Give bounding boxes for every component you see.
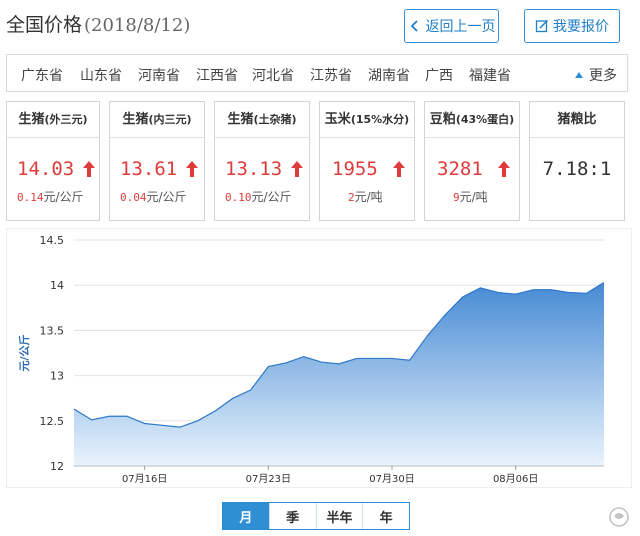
card-title: 生猪(土杂猪) xyxy=(215,102,309,138)
province-guangdong[interactable]: 广东省 xyxy=(21,65,63,85)
ratio-value: 7.18:1 xyxy=(542,158,612,180)
card-title: 豆粕(43%蛋白) xyxy=(425,102,519,138)
arrow-up-icon xyxy=(83,161,96,177)
price-card-pig-outer[interactable]: 生猪(外三元) 14.03 0.14元/公斤 xyxy=(6,101,100,221)
arrow-up-icon xyxy=(497,161,510,177)
card-title: 玉米(15%水分) xyxy=(320,102,414,138)
x-tick-label: 07月30日 xyxy=(369,473,414,485)
price-chart: 12 12.5 13 13.5 14 14.5 元/公斤 07月16日 07月23日 07月30日… xyxy=(6,228,632,488)
card-title: 猪粮比 xyxy=(530,102,624,138)
card-title: 生猪(内三元) xyxy=(110,102,204,138)
province-fujian[interactable]: 福建省 xyxy=(469,65,511,85)
card-value: 14.03 xyxy=(17,158,96,180)
price-card-soymeal[interactable]: 豆粕(43%蛋白) 3281 9元/吨 xyxy=(424,101,520,221)
tab-half-year[interactable]: 半年 xyxy=(317,503,364,529)
card-change: 9元/吨 xyxy=(453,190,488,204)
price-card-corn[interactable]: 玉米(15%水分) 1955 2元/吨 xyxy=(319,101,415,221)
header: 全国价格 (2018/8/12) 返回上一页 我要报价 xyxy=(0,0,640,50)
back-button-label: 返回上一页 xyxy=(425,19,496,35)
report-price-button[interactable]: 我要报价 xyxy=(524,9,620,43)
card-title: 生猪(外三元) xyxy=(7,102,99,138)
chevron-left-icon xyxy=(410,20,418,32)
series-area xyxy=(74,282,604,466)
more-provinces-button[interactable]: 更多 xyxy=(575,65,617,85)
pig-grain-ratio-card[interactable]: 猪粮比 7.18:1 xyxy=(529,101,625,221)
card-value: 13.13 xyxy=(225,158,304,180)
watermark xyxy=(608,506,634,528)
back-button[interactable]: 返回上一页 xyxy=(404,9,499,43)
y-tick-label: 12.5 xyxy=(40,415,65,428)
province-jiangsu[interactable]: 江苏省 xyxy=(310,65,352,85)
y-axis-label: 元/公斤 xyxy=(17,334,31,371)
province-shandong[interactable]: 山东省 xyxy=(80,65,122,85)
tab-month[interactable]: 月 xyxy=(223,503,270,529)
y-tick-label: 14 xyxy=(50,279,64,292)
more-label: 更多 xyxy=(589,68,617,84)
y-tick-label: 13 xyxy=(50,370,64,383)
y-tick-label: 13.5 xyxy=(40,324,65,337)
province-jiangxi[interactable]: 江西省 xyxy=(196,65,238,85)
page-title: 全国价格 (2018/8/12) xyxy=(6,10,190,37)
province-hunan[interactable]: 湖南省 xyxy=(368,65,410,85)
tab-quarter[interactable]: 季 xyxy=(270,503,317,529)
price-card-pig-inner[interactable]: 生猪(内三元) 13.61 0.04元/公斤 xyxy=(109,101,205,221)
caret-up-icon xyxy=(575,72,583,78)
y-tick-label: 12 xyxy=(50,460,64,473)
price-card-pig-local[interactable]: 生猪(土杂猪) 13.13 0.10元/公斤 xyxy=(214,101,310,221)
tab-year[interactable]: 年 xyxy=(363,503,409,529)
x-tick-label: 08月06日 xyxy=(493,473,538,485)
x-tick-label: 07月23日 xyxy=(246,473,291,485)
province-guangxi[interactable]: 广西 xyxy=(425,65,453,85)
card-change: 0.10元/公斤 xyxy=(225,190,292,204)
report-button-label: 我要报价 xyxy=(553,19,609,35)
card-change: 0.14元/公斤 xyxy=(17,190,84,204)
card-value: 13.61 xyxy=(120,158,199,180)
period-tabs: 月 季 半年 年 xyxy=(222,502,410,530)
province-bar: 广东省 山东省 河南省 江西省 河北省 江苏省 湖南省 广西 福建省 更多 xyxy=(6,54,628,92)
arrow-up-icon xyxy=(392,161,405,177)
price-chart-svg: 12 12.5 13 13.5 14 14.5 元/公斤 07月16日 07月23日 07月30日… xyxy=(6,228,632,488)
x-tick-label: 07月16日 xyxy=(122,473,167,485)
province-hebei[interactable]: 河北省 xyxy=(252,65,294,85)
card-change: 0.04元/公斤 xyxy=(120,190,187,204)
page-date: (2018/8/12) xyxy=(84,15,191,36)
province-henan[interactable]: 河南省 xyxy=(138,65,180,85)
arrow-up-icon xyxy=(186,161,199,177)
arrow-up-icon xyxy=(291,161,304,177)
watermark-logo-icon xyxy=(609,507,629,527)
edit-icon xyxy=(535,19,549,33)
y-tick-label: 14.5 xyxy=(40,234,65,247)
page-title-text: 全国价格 xyxy=(6,14,83,36)
card-value: 3281 xyxy=(437,158,511,180)
card-value: 1955 xyxy=(332,158,406,180)
card-change: 2元/吨 xyxy=(348,190,383,204)
